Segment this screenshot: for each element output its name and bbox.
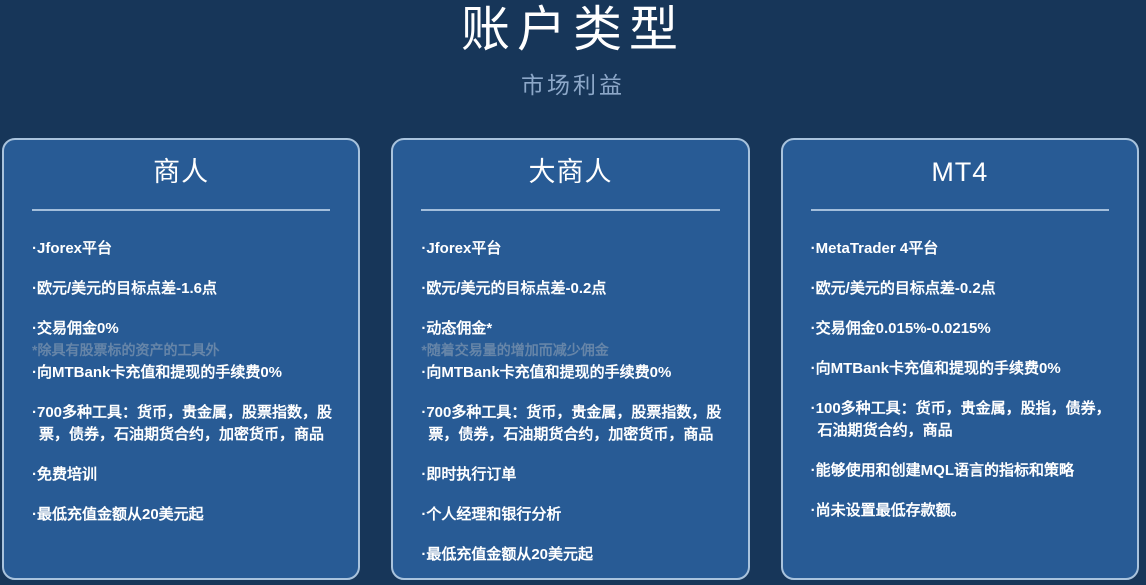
feature-item: ·欧元/美元的目标点差-1.6点 (32, 278, 334, 300)
feature-item: ·即时执行订单 (421, 464, 723, 486)
feature-item: ·个人经理和银行分析 (421, 504, 723, 526)
card-divider (811, 209, 1109, 211)
feature-item: ·最低充值金额从20美元起 (32, 504, 334, 526)
feature-item: ·交易佣金0.015%-0.0215% (811, 318, 1113, 340)
feature-item: ·欧元/美元的目标点差-0.2点 (421, 278, 723, 300)
account-cards-row: 商人 ·Jforex平台 ·欧元/美元的目标点差-1.6点 ·交易佣金0% *除… (0, 138, 1146, 580)
page-title: 账户类型 (0, 0, 1146, 59)
feature-text: ·交易佣金0% (32, 320, 119, 337)
card-merchant: 商人 ·Jforex平台 ·欧元/美元的目标点差-1.6点 ·交易佣金0% *除… (2, 138, 360, 580)
feature-list: ·Jforex平台 ·欧元/美元的目标点差-0.2点 ·动态佣金* *随着交易量… (393, 238, 747, 566)
feature-text: ·动态佣金* (421, 320, 492, 337)
card-mt4-title: MT4 (783, 155, 1137, 189)
feature-item: ·向MTBank卡充值和提现的手续费0% (32, 362, 334, 384)
feature-list: ·Jforex平台 ·欧元/美元的目标点差-1.6点 ·交易佣金0% *除具有股… (4, 238, 358, 526)
feature-item: ·100多种工具：货币，贵金属，股指，债券，石油期货合约，商品 (811, 398, 1113, 442)
feature-item: ·700多种工具：货币，贵金属，股票指数，股票，债券，石油期货合约，加密货币，商… (421, 402, 723, 446)
page-subtitle: 市场利益 (0, 72, 1146, 99)
card-merchant-title: 商人 (4, 155, 358, 189)
feature-item: ·最低充值金额从20美元起 (421, 544, 723, 566)
feature-item: ·向MTBank卡充值和提现的手续费0% (811, 358, 1113, 380)
feature-item: ·向MTBank卡充值和提现的手续费0% (421, 362, 723, 384)
feature-item: ·尚未设置最低存款额。 (811, 500, 1113, 522)
feature-item: ·Jforex平台 (32, 238, 334, 260)
feature-item: ·能够使用和创建MQL语言的指标和策略 (811, 460, 1113, 482)
section-header: 账户类型 市场利益 (0, 0, 1146, 99)
feature-item: ·交易佣金0% *除具有股票标的资产的工具外 (32, 318, 334, 360)
card-big-merchant: 大商人 ·Jforex平台 ·欧元/美元的目标点差-0.2点 ·动态佣金* *随… (391, 138, 749, 580)
card-divider (421, 209, 719, 211)
card-big-merchant-title: 大商人 (393, 155, 747, 189)
feature-item: ·免费培训 (32, 464, 334, 486)
card-mt4: MT4 ·MetaTrader 4平台 ·欧元/美元的目标点差-0.2点 ·交易… (781, 138, 1139, 580)
feature-list: ·MetaTrader 4平台 ·欧元/美元的目标点差-0.2点 ·交易佣金0.… (783, 238, 1137, 522)
feature-item: ·MetaTrader 4平台 (811, 238, 1113, 260)
feature-item: ·700多种工具：货币，贵金属，股票指数，股票，债券，石油期货合约，加密货币，商… (32, 402, 334, 446)
feature-item: ·欧元/美元的目标点差-0.2点 (811, 278, 1113, 300)
feature-item: ·Jforex平台 (421, 238, 723, 260)
feature-footnote: *随着交易量的增加而减少佣金 (428, 340, 723, 360)
feature-item: ·动态佣金* *随着交易量的增加而减少佣金 (421, 318, 723, 360)
card-divider (32, 209, 330, 211)
feature-footnote: *除具有股票标的资产的工具外 (39, 340, 334, 360)
